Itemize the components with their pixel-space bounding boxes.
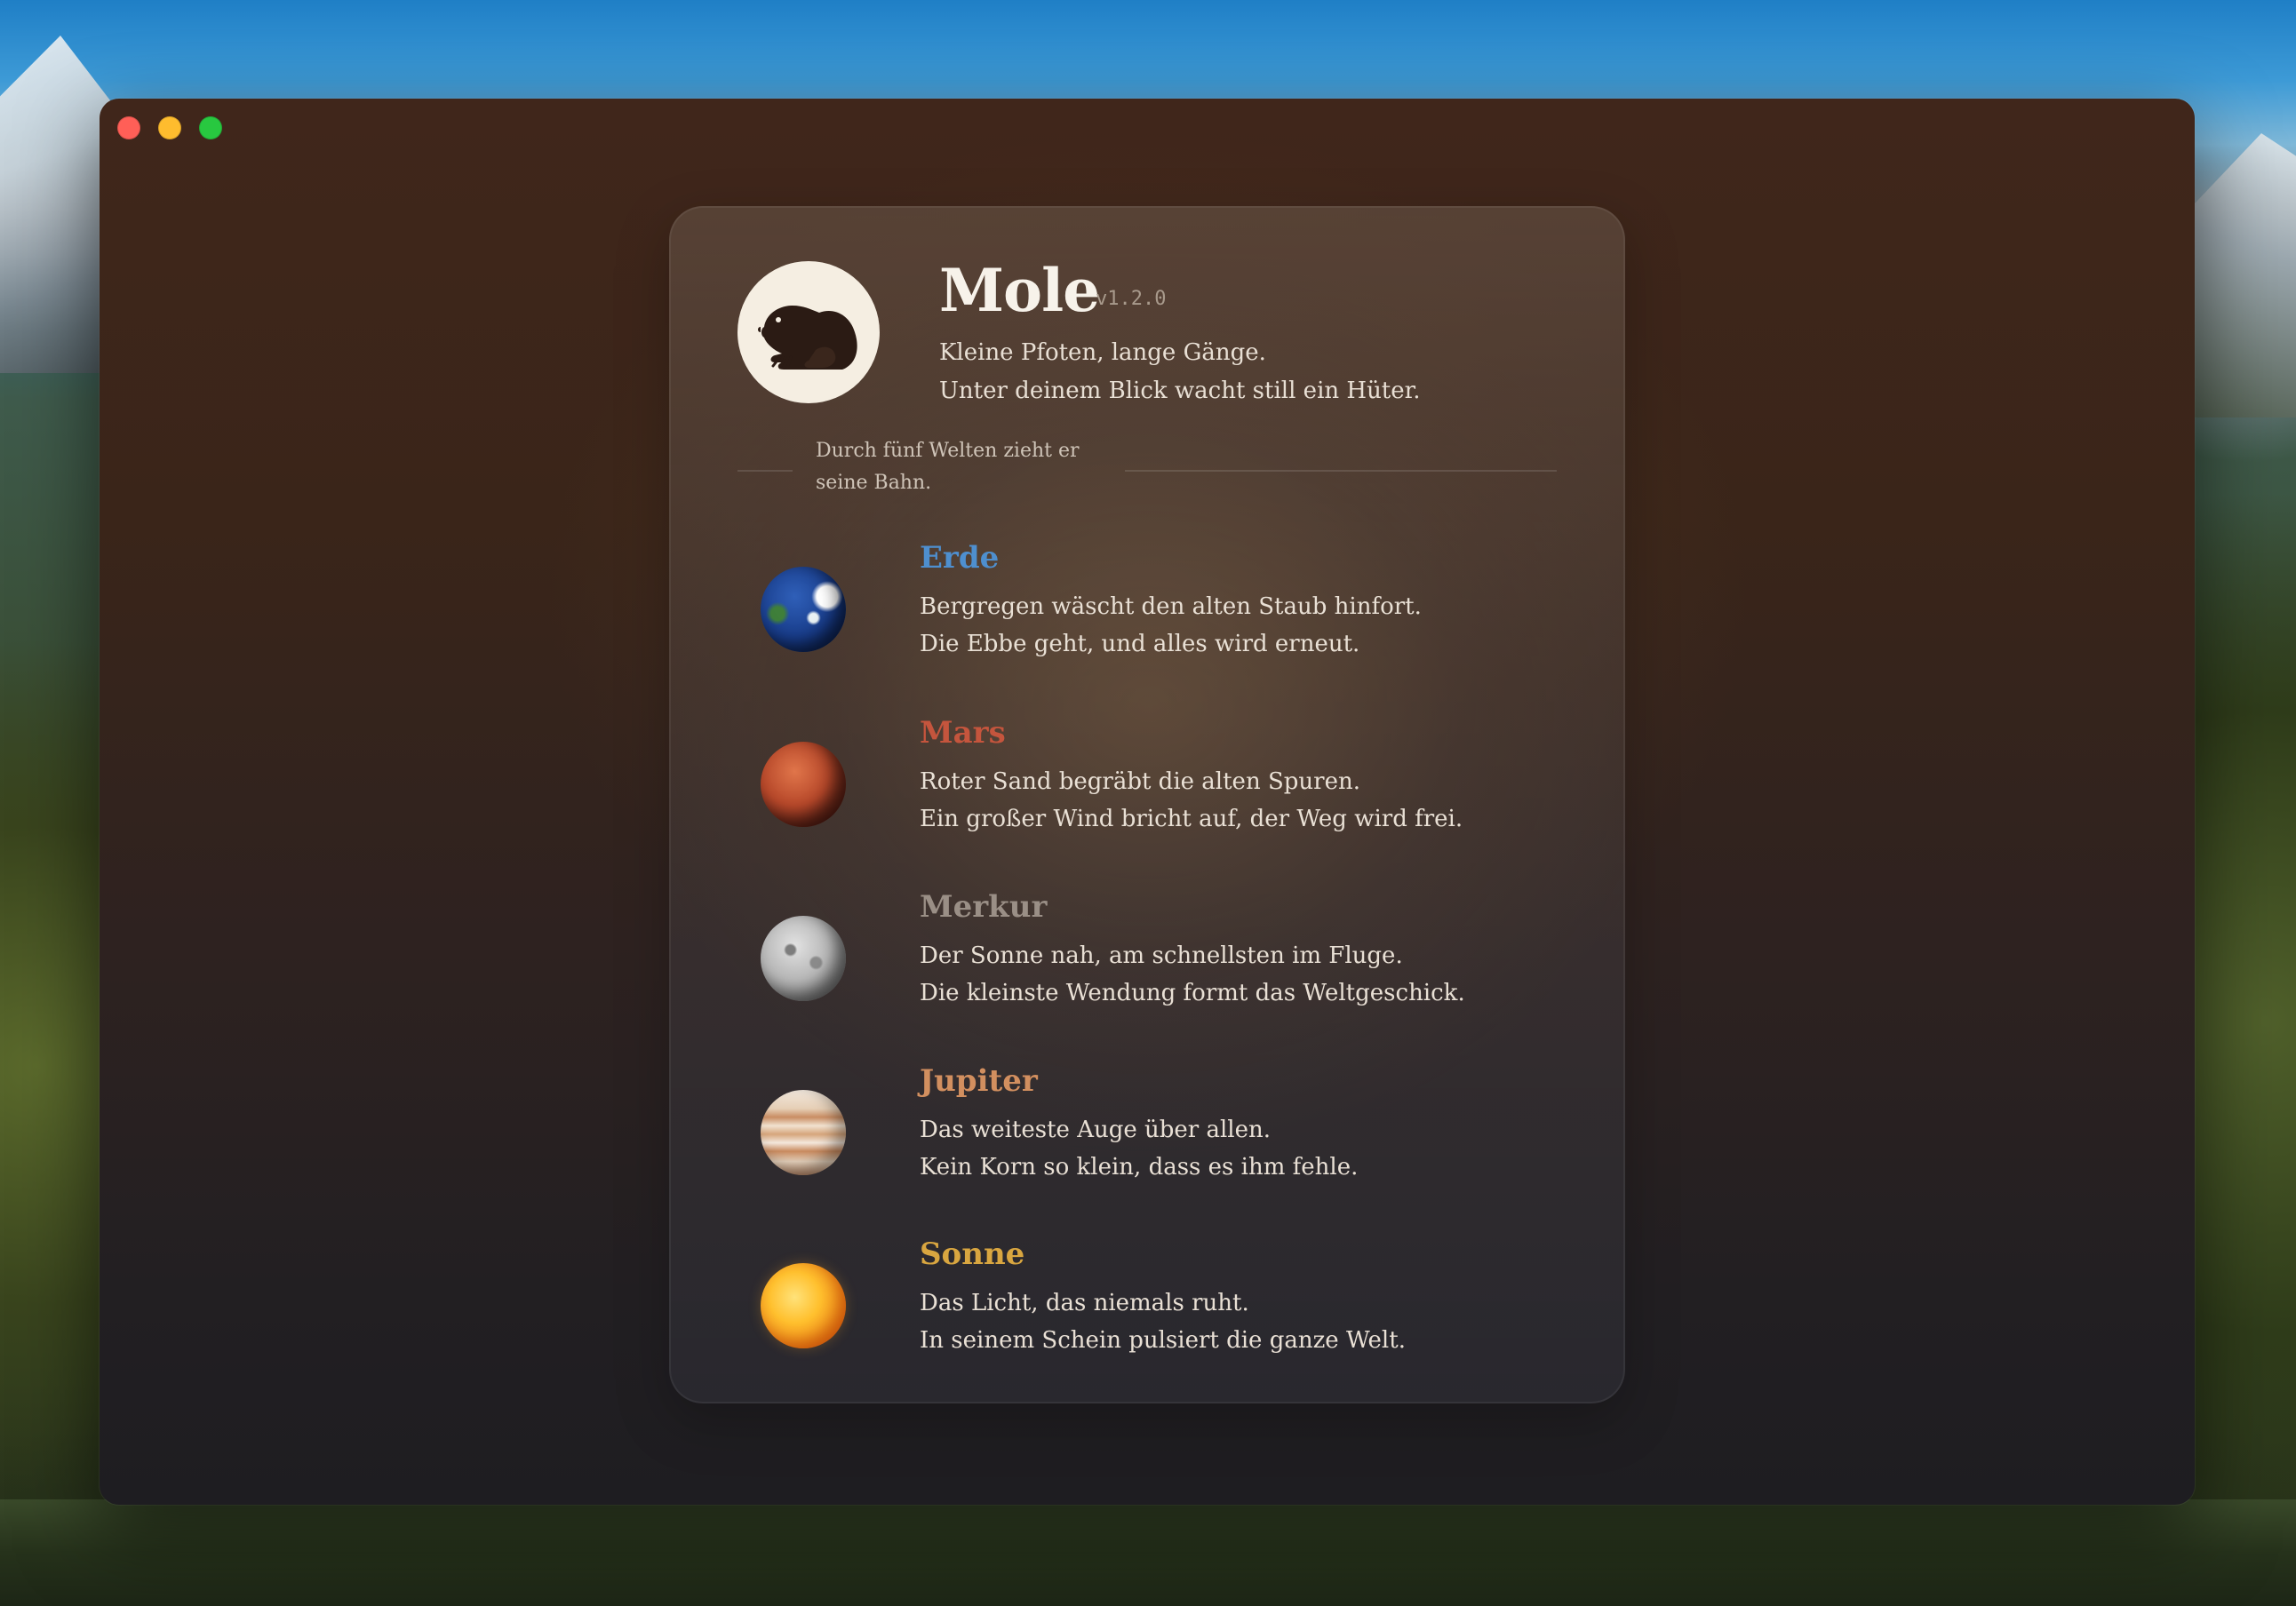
mars-icon xyxy=(761,742,846,827)
forest-foreground xyxy=(0,1499,2296,1606)
planet-line-1: Der Sonne nah, am schnellsten im Fluge. xyxy=(920,942,1403,969)
mole-icon xyxy=(737,261,880,403)
app-window: Mole v1.2.0 Kleine Pfoten, lange Gänge. … xyxy=(100,99,2195,1505)
divider-left xyxy=(737,470,793,472)
planet-title: Mars xyxy=(920,715,1006,751)
close-button[interactable] xyxy=(117,116,140,139)
divider-right xyxy=(1125,470,1557,472)
planet-title: Merkur xyxy=(920,889,1048,925)
planet-line-2: Die kleinste Wendung formt das Weltgesch… xyxy=(920,980,1465,1006)
planet-line-1: Roter Sand begräbt die alten Spuren. xyxy=(920,768,1360,795)
minimize-button[interactable] xyxy=(158,116,181,139)
planet-line-2: In seinem Schein pulsiert die ganze Welt… xyxy=(920,1327,1406,1354)
planet-title: Sonne xyxy=(920,1236,1025,1272)
app-title: Mole xyxy=(939,256,1100,325)
about-card: Mole v1.2.0 Kleine Pfoten, lange Gänge. … xyxy=(669,206,1625,1403)
tagline-line-1: Kleine Pfoten, lange Gänge. xyxy=(939,339,1266,366)
planet-title: Jupiter xyxy=(920,1063,1038,1099)
planet-title: Erde xyxy=(920,540,1000,576)
version-label: v1.2.0 xyxy=(1096,288,1167,310)
mercury-icon xyxy=(761,916,846,1001)
planet-line-1: Das Licht, das niemals ruht. xyxy=(920,1290,1249,1316)
planet-line-1: Das weiteste Auge über allen. xyxy=(920,1117,1272,1143)
earth-icon xyxy=(761,567,846,652)
snow-mountain-right xyxy=(2180,133,2296,417)
section-note: Durch fünf Welten zieht er seine Bahn. xyxy=(816,440,1080,494)
sun-icon xyxy=(761,1263,846,1348)
maximize-button[interactable] xyxy=(199,116,222,139)
planet-line-2: Kein Korn so klein, dass es ihm fehle. xyxy=(920,1154,1359,1181)
jupiter-icon xyxy=(761,1090,846,1175)
planet-line-1: Bergregen wäscht den alten Staub hinfort… xyxy=(920,593,1422,620)
window-controls xyxy=(117,116,222,139)
tagline-line-2: Unter deinem Blick wacht still ein Hüter… xyxy=(939,378,1421,404)
planet-line-2: Ein großer Wind bricht auf, der Weg wird… xyxy=(920,806,1463,832)
planet-line-2: Die Ebbe geht, und alles wird erneut. xyxy=(920,631,1360,657)
